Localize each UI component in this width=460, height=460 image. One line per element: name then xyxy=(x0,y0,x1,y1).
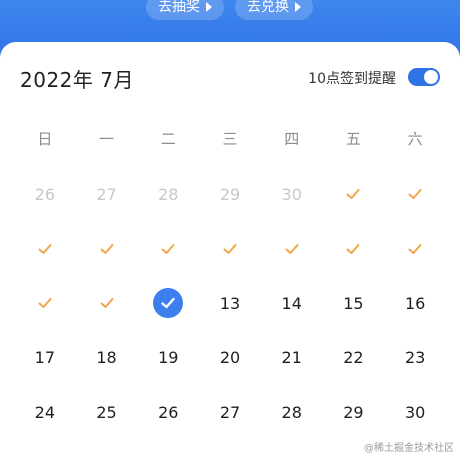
check-icon xyxy=(407,241,423,257)
day-cell[interactable]: 15 xyxy=(323,276,385,331)
day-number: 23 xyxy=(404,348,426,368)
reminder-label: 10点签到提醒 xyxy=(308,71,396,87)
day-cell[interactable]: 28 xyxy=(261,385,323,440)
day-number: 19 xyxy=(158,348,179,368)
day-cell-signed[interactable] xyxy=(261,222,323,277)
calendar-card: 2022年 7月 10点签到提醒 日 一 二 三 四 五 六 26 27 28 29 30 13 14 1… xyxy=(0,42,460,460)
day-number: 20 xyxy=(219,348,241,368)
check-circle-icon xyxy=(153,288,184,319)
check-icon xyxy=(222,241,238,257)
lottery-button[interactable]: 去抽奖 xyxy=(146,0,224,20)
day-number: 18 xyxy=(96,348,117,368)
day-cell-signed[interactable] xyxy=(76,276,138,331)
day-number: 14 xyxy=(281,293,302,313)
check-icon xyxy=(407,186,423,202)
day-cell[interactable]: 30 xyxy=(384,385,446,440)
day-number: 13 xyxy=(219,293,241,313)
day-number: 29 xyxy=(343,402,364,422)
day-number: 21 xyxy=(281,348,302,368)
check-icon xyxy=(345,241,361,257)
day-cell[interactable]: 20 xyxy=(199,331,261,386)
check-icon xyxy=(99,241,115,257)
watermark: @稀土掘金技术社区 xyxy=(364,443,454,454)
play-triangle-icon xyxy=(295,2,301,12)
day-number: 16 xyxy=(404,293,426,313)
day-cell-signed[interactable] xyxy=(137,222,199,277)
check-icon xyxy=(99,295,115,311)
day-number: 17 xyxy=(34,348,56,368)
day-cell[interactable]: 17 xyxy=(14,331,76,386)
day-cell-other-month[interactable]: 30 xyxy=(261,167,323,222)
month-title: 2022年 7月 xyxy=(20,68,134,92)
day-number: 24 xyxy=(34,402,56,422)
day-number: 30 xyxy=(281,184,302,204)
check-icon xyxy=(160,241,176,257)
day-cell[interactable]: 19 xyxy=(137,331,199,386)
exchange-button-label: 去兑换 xyxy=(247,0,289,15)
weekday-header: 日一二三四五六 xyxy=(14,128,446,149)
lottery-button-label: 去抽奖 xyxy=(158,0,200,15)
day-cell-signed[interactable] xyxy=(384,222,446,277)
toggle-knob xyxy=(424,70,438,84)
day-cell[interactable]: 22 xyxy=(323,331,385,386)
weekday-label: 五 xyxy=(345,130,361,148)
day-number: 28 xyxy=(158,184,179,204)
day-cell[interactable]: 23 xyxy=(384,331,446,386)
day-cell-signed[interactable] xyxy=(323,222,385,277)
day-cell[interactable]: 21 xyxy=(261,331,323,386)
day-number: 28 xyxy=(281,402,302,422)
check-icon xyxy=(284,241,300,257)
day-cell-other-month[interactable]: 28 xyxy=(137,167,199,222)
weekday-label: 四 xyxy=(284,130,300,148)
day-cell-signed[interactable] xyxy=(76,222,138,277)
day-cell-other-month[interactable]: 27 xyxy=(76,167,138,222)
play-triangle-icon xyxy=(206,2,212,12)
day-cell[interactable]: 29 xyxy=(323,385,385,440)
day-number: 27 xyxy=(219,402,241,422)
day-cell[interactable]: 25 xyxy=(76,385,138,440)
day-cell-signed[interactable] xyxy=(14,222,76,277)
day-cell[interactable]: 13 xyxy=(199,276,261,331)
check-icon xyxy=(37,241,53,257)
day-number: 25 xyxy=(96,402,117,422)
weekday-label: 三 xyxy=(222,130,238,148)
day-number: 26 xyxy=(34,184,56,204)
day-number: 26 xyxy=(158,402,179,422)
check-icon xyxy=(37,295,53,311)
weekday-label: 一 xyxy=(99,130,115,148)
day-cell-signed[interactable] xyxy=(384,167,446,222)
day-cell-other-month[interactable]: 29 xyxy=(199,167,261,222)
day-cell-other-month[interactable]: 26 xyxy=(14,167,76,222)
day-cell[interactable]: 27 xyxy=(199,385,261,440)
day-cell-signed[interactable] xyxy=(323,167,385,222)
calendar-grid: 26 27 28 29 30 13 14 15 16 17 18 19 20 21 22 23 24 25 26 27… xyxy=(14,167,446,440)
weekday-label: 日 xyxy=(37,130,53,148)
weekday-label: 二 xyxy=(160,130,176,148)
day-cell[interactable]: 16 xyxy=(384,276,446,331)
day-number: 15 xyxy=(343,293,364,313)
reminder-toggle[interactable] xyxy=(408,68,440,86)
day-cell[interactable]: 18 xyxy=(76,331,138,386)
day-number: 27 xyxy=(96,184,117,204)
day-number: 22 xyxy=(343,348,364,368)
day-cell[interactable]: 24 xyxy=(14,385,76,440)
day-number: 30 xyxy=(404,402,426,422)
day-cell-signed[interactable] xyxy=(199,222,261,277)
day-cell[interactable]: 26 xyxy=(137,385,199,440)
exchange-button[interactable]: 去兑换 xyxy=(235,0,313,20)
day-number: 29 xyxy=(219,184,241,204)
day-cell-today[interactable] xyxy=(137,276,199,331)
weekday-label: 六 xyxy=(407,130,423,148)
check-icon xyxy=(345,186,361,202)
day-cell-signed[interactable] xyxy=(14,276,76,331)
day-cell[interactable]: 14 xyxy=(261,276,323,331)
